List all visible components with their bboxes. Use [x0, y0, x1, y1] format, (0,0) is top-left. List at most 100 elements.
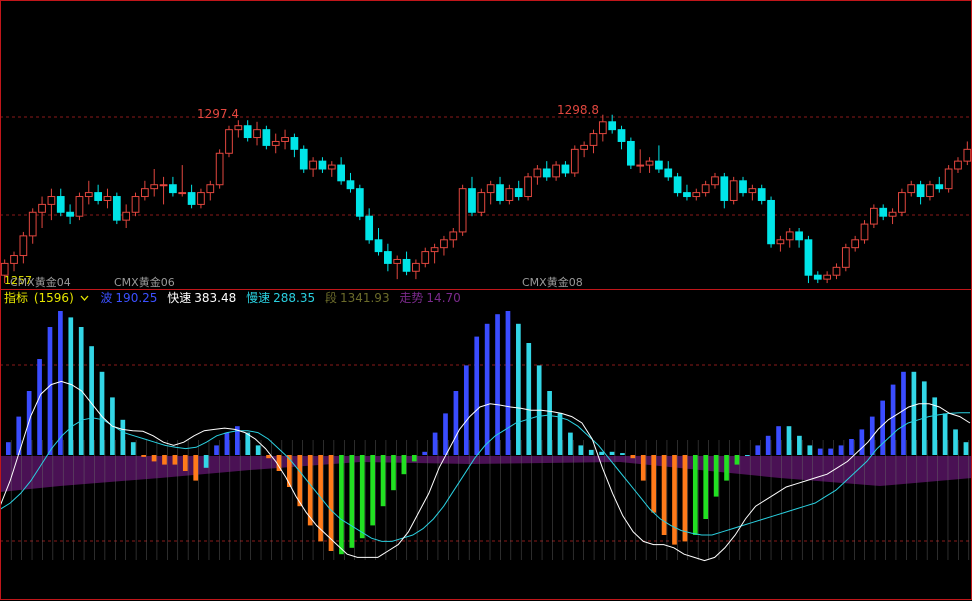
candle-down	[299, 148, 308, 170]
histogram-bar	[287, 455, 292, 487]
candle-up	[870, 207, 878, 225]
candle-up	[898, 192, 906, 213]
candle-up	[832, 266, 841, 276]
candle-up	[636, 164, 645, 167]
candle-up	[926, 184, 934, 198]
histogram-bar	[859, 429, 865, 455]
candle-up	[907, 184, 916, 194]
candle-up	[103, 196, 112, 201]
candle-down	[514, 188, 523, 198]
candle-up	[10, 255, 18, 264]
candle-down	[318, 160, 327, 170]
candle-up	[458, 188, 467, 233]
candle-down	[683, 192, 691, 198]
histogram-bar	[130, 442, 136, 455]
candle-down	[627, 140, 635, 166]
histogram-bar	[505, 311, 511, 455]
histogram-bar	[26, 391, 32, 455]
histogram-bar	[370, 455, 375, 526]
histogram-bar	[786, 426, 792, 455]
histogram-bar	[172, 455, 178, 465]
histogram-bar	[484, 323, 490, 455]
histogram-bar	[47, 327, 53, 455]
candle-up	[430, 247, 439, 253]
candle-up	[440, 239, 448, 249]
legend-trend-value: 14.70	[426, 291, 461, 305]
candle-up	[38, 203, 46, 213]
candle-down	[94, 192, 102, 201]
histogram-bar	[422, 451, 428, 455]
candle-up	[823, 274, 831, 280]
histogram-bar	[214, 445, 219, 455]
candle-down	[664, 168, 673, 178]
histogram-bar	[224, 432, 230, 455]
candle-up	[393, 258, 402, 264]
legend-wave-value: 190.25	[115, 291, 158, 305]
legend-item-trend: 走势 14.70	[399, 291, 460, 305]
histogram-bar	[266, 455, 271, 459]
histogram-bar	[703, 455, 709, 519]
candle-down	[365, 215, 374, 241]
histogram-bar	[120, 419, 126, 455]
histogram-bar	[620, 453, 625, 455]
candle-down	[617, 129, 626, 142]
histogram-bar	[588, 449, 594, 455]
indicator-legend: 指标 (1596) 波 190.25 快速 383.48 慢速 288.35 段 134…	[4, 291, 467, 305]
histogram-bar	[578, 445, 584, 455]
candle-down	[56, 196, 65, 213]
candle-up	[598, 121, 607, 135]
legend-item-segment: 段 1341.93	[325, 291, 390, 305]
histogram-bar	[807, 445, 813, 455]
candle-down	[655, 160, 663, 170]
histogram-bar	[609, 451, 615, 455]
candle-up	[785, 231, 794, 241]
candle-up	[860, 223, 869, 241]
histogram-bar	[599, 451, 604, 455]
candle-up	[47, 196, 56, 205]
histogram-bar	[349, 455, 355, 548]
candle-down	[739, 180, 747, 194]
candle-down	[879, 207, 888, 217]
histogram-bar	[828, 448, 833, 455]
indicator-selector[interactable]: 指标 (1596)	[4, 291, 92, 305]
histogram-bar	[911, 371, 917, 455]
price-panel	[0, 114, 972, 284]
candle-down	[608, 121, 617, 131]
histogram-bar	[547, 391, 552, 455]
candle-up	[75, 196, 84, 217]
candle-down	[916, 184, 925, 198]
candle-up	[570, 148, 579, 174]
histogram-bar	[526, 343, 532, 455]
histogram-bar	[443, 413, 448, 455]
candle-up	[776, 239, 785, 245]
candle-up	[524, 176, 532, 198]
candle-up	[159, 184, 168, 187]
histogram-bar	[817, 448, 823, 455]
candle-up	[888, 211, 897, 217]
histogram-bar	[68, 317, 74, 455]
histogram-bars	[6, 311, 969, 555]
candle-down	[757, 188, 766, 201]
candlestick-series	[0, 114, 972, 284]
candle-down	[187, 192, 196, 205]
candle-up	[505, 188, 514, 201]
candle-down	[355, 188, 364, 217]
candle-up	[589, 133, 598, 146]
histogram-bar	[182, 455, 188, 471]
candle-up	[580, 144, 588, 150]
candle-up	[645, 160, 654, 166]
legend-trend-label: 走势	[399, 291, 424, 305]
candle-up	[253, 129, 261, 139]
histogram-bar	[942, 413, 948, 455]
histogram-bar	[339, 455, 344, 555]
histogram-bar	[391, 455, 396, 491]
candle-up	[851, 239, 860, 249]
histogram-bar	[328, 455, 334, 551]
histogram-bar	[661, 455, 667, 535]
candle-down	[112, 196, 121, 221]
histogram-bar	[99, 371, 105, 455]
legend-segment-label: 段	[324, 291, 337, 305]
histogram-bar	[6, 442, 11, 455]
candle-up	[486, 184, 495, 194]
candle-down	[374, 239, 383, 253]
